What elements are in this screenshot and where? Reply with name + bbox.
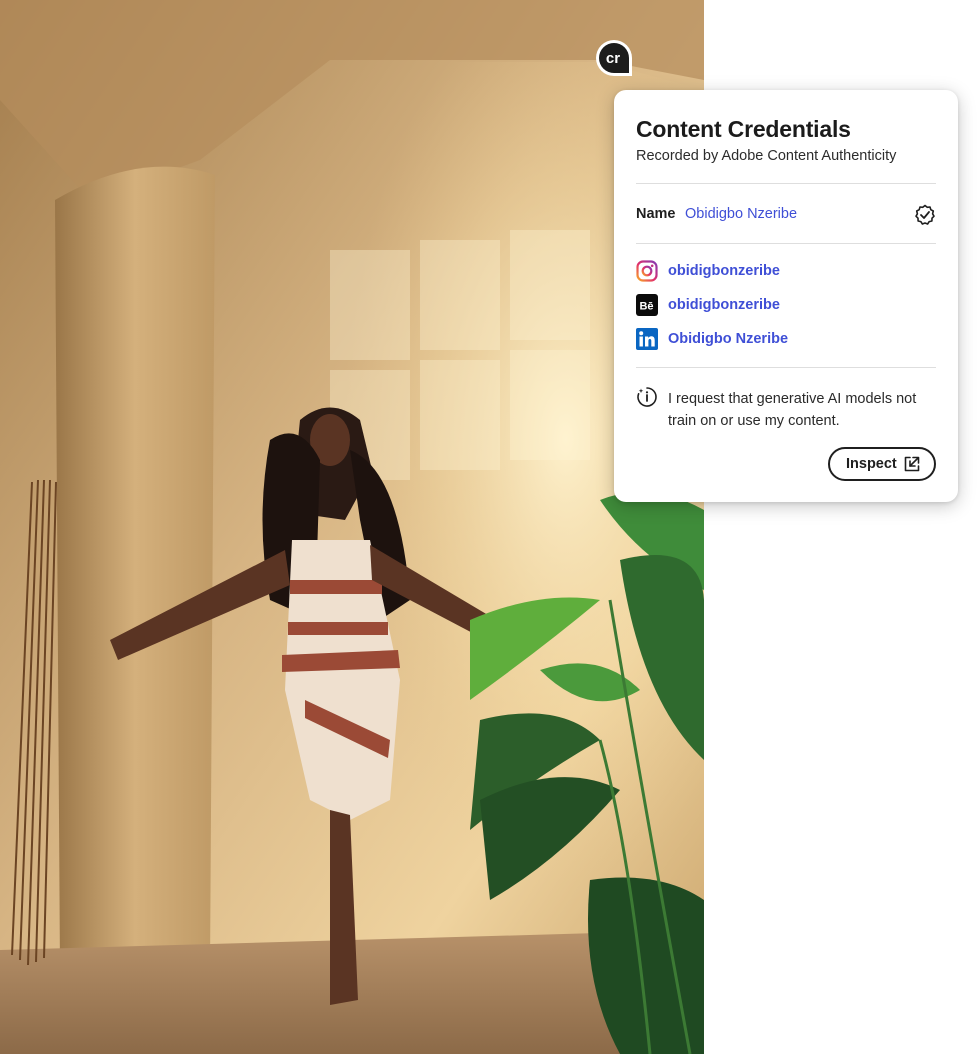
svg-text:Bē: Bē (639, 301, 653, 313)
behance-link[interactable]: obidigbonzeribe (668, 297, 780, 313)
linkedin-link[interactable]: Obidigbo Nzeribe (668, 331, 788, 347)
social-item-behance[interactable]: Bē obidigbonzeribe (636, 294, 936, 318)
svg-text:cr: cr (606, 50, 620, 67)
behance-icon: Bē (636, 294, 658, 316)
social-item-instagram[interactable]: obidigbonzeribe (636, 260, 936, 284)
name-label: Name (636, 206, 676, 222)
ai-notice-text: I request that generative AI models not … (668, 391, 917, 429)
name-row: Name Obidigbo Nzeribe (636, 204, 936, 226)
open-external-icon (904, 456, 920, 472)
linkedin-icon (636, 328, 658, 350)
divider (636, 243, 936, 244)
panel-title: Content Credentials (636, 116, 851, 142)
content-credentials-panel: Content Credentials Recorded by Adobe Co… (614, 90, 958, 502)
panel-subtitle: Recorded by Adobe Content Authenticity (636, 148, 897, 164)
social-item-linkedin[interactable]: Obidigbo Nzeribe (636, 328, 936, 352)
ai-training-notice: I request that generative AI models not … (636, 386, 936, 434)
divider (636, 183, 936, 184)
instagram-icon (636, 260, 658, 282)
content-credentials-icon[interactable]: cr (594, 38, 634, 78)
divider (636, 367, 936, 368)
ai-do-not-train-icon (636, 386, 658, 408)
inspect-label: Inspect (846, 456, 897, 472)
portrait-photo (0, 0, 704, 1054)
name-value-link[interactable]: Obidigbo Nzeribe (685, 206, 797, 222)
instagram-link[interactable]: obidigbonzeribe (668, 263, 780, 279)
verified-badge-icon (914, 204, 936, 226)
inspect-button[interactable]: Inspect (828, 447, 936, 481)
